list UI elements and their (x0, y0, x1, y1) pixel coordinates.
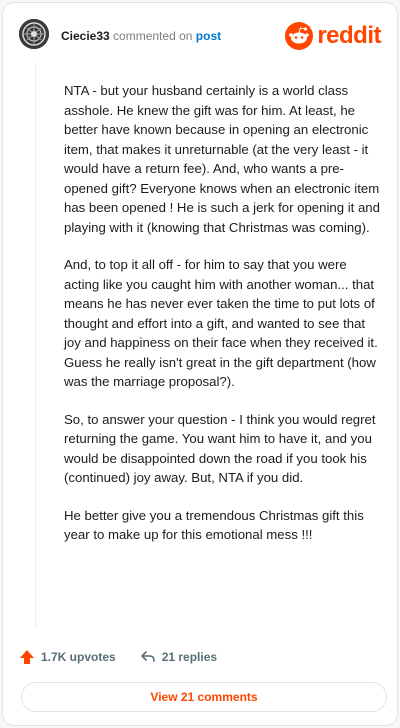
reddit-logo[interactable]: reddit (285, 21, 381, 51)
upvote-button[interactable]: 1.7K upvotes (19, 649, 116, 665)
post-link[interactable]: post (196, 29, 221, 43)
username[interactable]: Ciecie33 (61, 29, 110, 43)
reddit-snoo-icon (285, 22, 314, 50)
comment-card: Ciecie33 commented on post reddit NTA - … (2, 2, 398, 726)
avatar-image (19, 19, 49, 49)
replies-button[interactable]: 21 replies (140, 649, 217, 665)
comment-footer: 1.7K upvotes 21 replies (19, 645, 241, 669)
reddit-wordmark: reddit (317, 22, 381, 49)
reply-arrow-icon (140, 651, 155, 662)
action-text: commented on (113, 29, 193, 43)
upvote-count: 1.7K upvotes (41, 650, 116, 664)
comment-paragraph-1: NTA - but your husband certainly is a wo… (64, 83, 380, 235)
comment-paragraph-2: And, to top it all off - for him to say … (64, 257, 378, 389)
thread-line (35, 63, 36, 628)
view-comments-button[interactable]: View 21 comments (21, 682, 387, 712)
replies-count: 21 replies (161, 650, 218, 664)
upvote-arrow-icon (20, 650, 34, 664)
comment-body: NTA - but your husband certainly is a wo… (64, 81, 380, 563)
comment-header: Ciecie33 commented on post reddit (19, 19, 381, 55)
comment-meta: Ciecie33 commented on post (61, 29, 221, 43)
comment-paragraph-4: He better give you a tremendous Christma… (64, 507, 364, 543)
avatar[interactable] (19, 19, 49, 49)
comment-paragraph-3: So, to answer your question - I think yo… (64, 411, 376, 486)
